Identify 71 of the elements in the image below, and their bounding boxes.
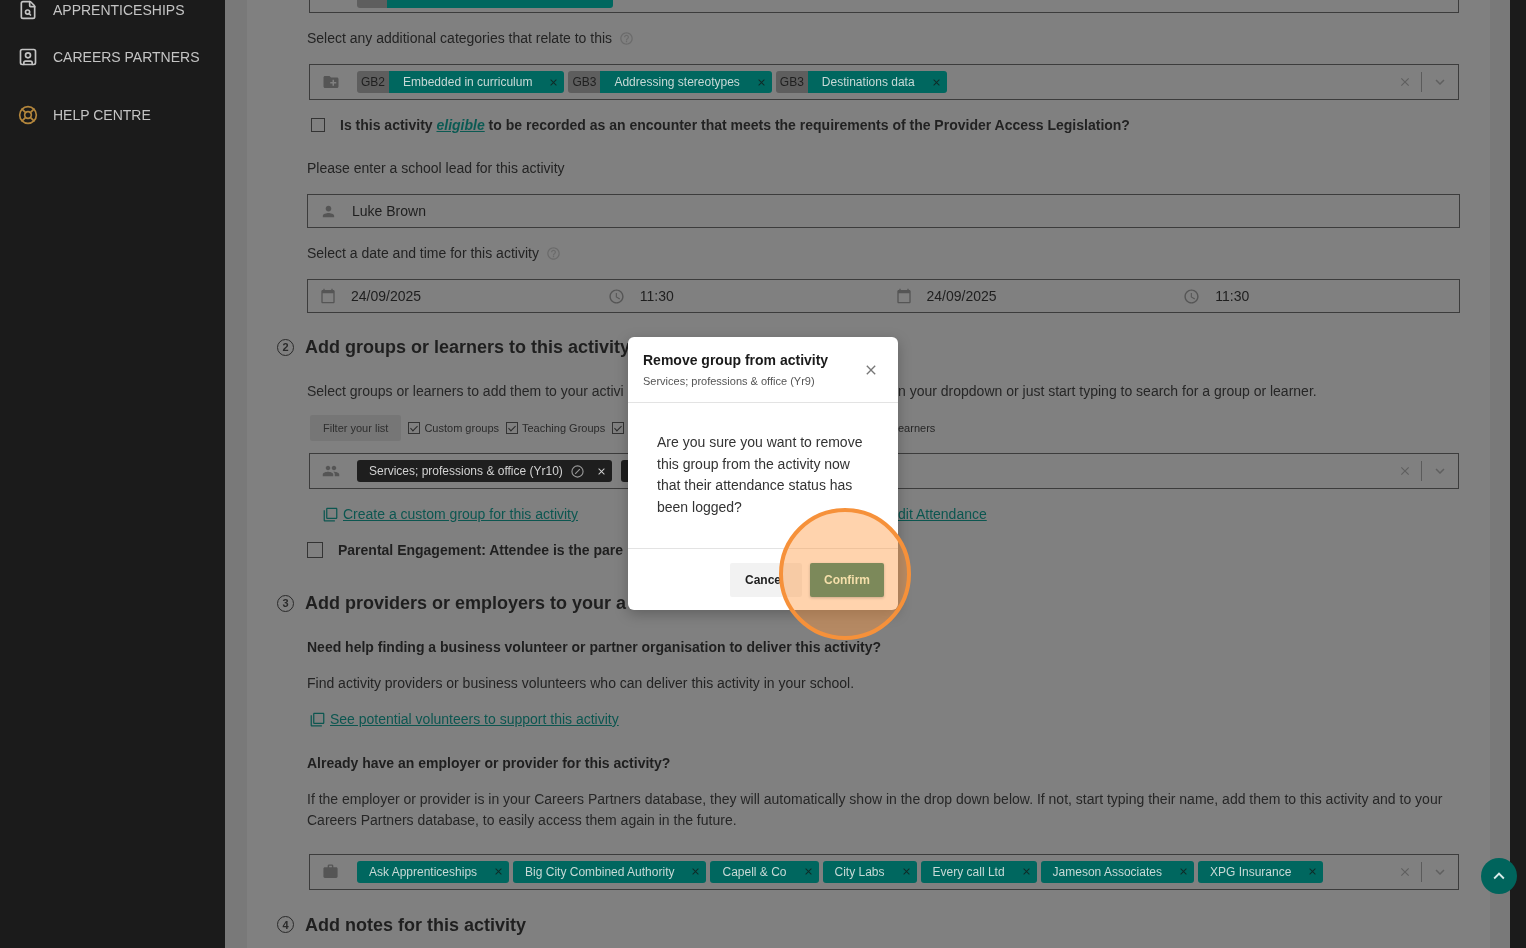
checkbox-label[interactable]: Parental Engagement: Attendee is the pare — [338, 542, 623, 558]
chip-label: Destinations data — [821, 75, 915, 89]
intro-text: n your dropdown or just start typing to search for a group or learner. — [898, 383, 1317, 399]
field-label: Select any additional categories that relate to this — [307, 30, 613, 46]
subheading: Need help finding a business volunteer or partner organisation to deliver this activity? — [307, 639, 883, 655]
briefcase-icon — [322, 863, 339, 880]
intro-text: Select groups or learners to add them to your activi — [307, 383, 624, 399]
subheading: Already have an employer or provider for this activity? — [307, 754, 672, 771]
checkbox[interactable] — [506, 422, 518, 434]
confirm-button[interactable]: Confirm — [810, 562, 884, 597]
field-label: Select a date and time for this activity — [307, 245, 539, 261]
group-chip — [620, 460, 629, 482]
chip-label: XPG Insurance — [1209, 864, 1292, 879]
scrollbar-track[interactable] — [1510, 0, 1526, 948]
copy-icon — [323, 506, 338, 522]
description-text: If the employer or provider is in your Careers Partners database, they will automatically show in the drop down below. If not, start typing their name, add them to this activity and to your Careers Partners database, to easily access them again in the future. — [307, 789, 1444, 830]
lifebuoy-icon — [18, 105, 38, 125]
date-field[interactable]: 24/09/2025 — [895, 288, 997, 304]
clock-icon — [1183, 287, 1201, 305]
user-square-icon — [18, 47, 38, 67]
field-label: Please enter a school lead for this activity — [307, 160, 566, 176]
attendance-link[interactable]: dit Attendance — [898, 506, 987, 522]
select-field[interactable]: GB2 Embedded in curriculum GB3 Addressing stereotypes GB3 Destinations data — [309, 64, 1459, 100]
copy-icon — [310, 711, 325, 727]
sidebar-item[interactable]: APPRENTICESHIPS — [18, 0, 185, 20]
create-group-link[interactable]: Create a custom group for this activity — [323, 506, 578, 522]
option-label[interactable]: Teaching Groups — [522, 422, 606, 434]
category-code: GB3 — [775, 71, 808, 93]
volunteers-link[interactable]: See potential volunteers to support this activity — [310, 711, 619, 727]
clear-icon[interactable] — [1398, 464, 1412, 478]
select-field[interactable]: Ask Apprenticeships Big City Combined Authority Capell & Co City Labs Every call Ltd Jameson Associates XPG Insurance — [309, 853, 1459, 890]
calendar-icon — [895, 288, 912, 304]
checkbox[interactable] — [307, 542, 323, 558]
section-heading: Add groups or learners to this activity — [305, 336, 631, 358]
chip-label: Capell & Co — [722, 864, 787, 879]
chip-label: Every call Ltd — [932, 864, 1005, 879]
dialog-message: Are you sure you want to remove this group from the activity now that their attendance status has been logged? — [628, 403, 898, 549]
checkbox[interactable] — [408, 422, 421, 434]
date-field[interactable]: 24/09/2025 — [320, 288, 422, 304]
calendar-icon — [320, 288, 336, 304]
sidebar-item[interactable]: HELP CENTRE — [18, 105, 151, 125]
chip-label: Services; professions & office (Yr10) — [369, 464, 563, 478]
checkbox[interactable] — [311, 118, 325, 132]
option-label[interactable]: Custom groups — [424, 422, 499, 434]
time-field[interactable]: 11:30 — [607, 287, 674, 305]
category-code: GB2 — [357, 71, 389, 93]
clock-icon — [607, 287, 625, 305]
category-code: GB3 — [568, 71, 601, 93]
chip-label: Addressing stereotypes — [614, 75, 740, 89]
file-search-icon — [18, 0, 38, 20]
filter-button[interactable]: Filter your list — [310, 415, 402, 441]
chip-label: City Labs — [834, 864, 885, 879]
eligibility-question: Is this activity eligible to be recorded as an encounter that meets the requirements of the Provider Access Legislation? — [340, 117, 1130, 133]
folder-plus-icon — [322, 73, 340, 91]
section-heading: Add notes for this activity — [305, 913, 527, 936]
section-heading: Add providers or employers to your a — [305, 592, 627, 614]
slash-circle-icon[interactable] — [570, 464, 584, 478]
time-field[interactable]: 11:30 — [1183, 287, 1250, 305]
dialog-title: Remove group from activity — [643, 352, 829, 369]
cancel-button[interactable]: Cance — [730, 562, 802, 597]
chip-label: Ask Apprenticeships — [369, 864, 478, 879]
chip-label: Big City Combined Authority — [525, 864, 675, 879]
clear-icon[interactable] — [1398, 75, 1412, 89]
sidebar-item[interactable]: CAREERS PARTNERS — [18, 47, 200, 67]
description-text: Find activity providers or business volunteers who can deliver this activity in your school. — [307, 675, 856, 691]
text-field[interactable]: Luke Brown — [307, 194, 1460, 228]
option-label[interactable]: earners — [898, 420, 936, 436]
chip-label: Embedded in curriculum — [403, 75, 533, 89]
checkbox[interactable] — [612, 422, 625, 434]
dialog-subtitle: Services; professions & office (Yr9) — [643, 374, 816, 388]
chip-label: Jameson Associates — [1052, 864, 1162, 879]
